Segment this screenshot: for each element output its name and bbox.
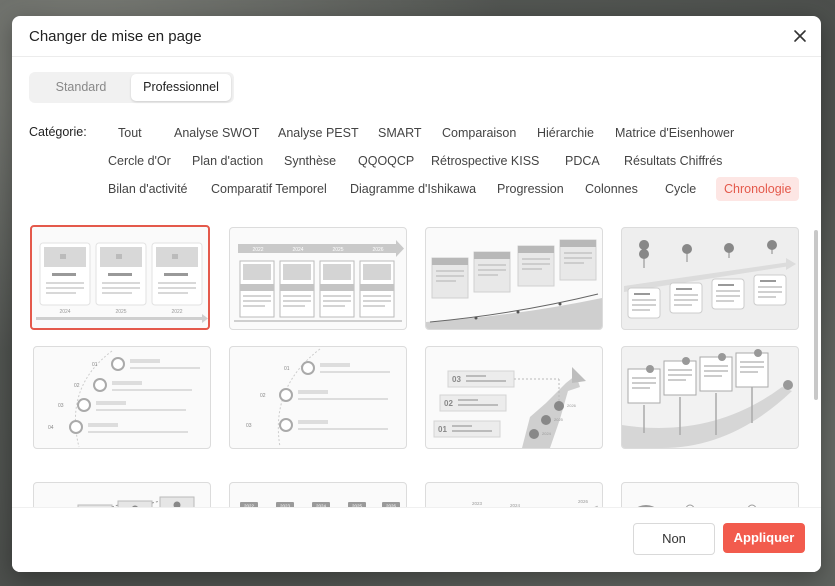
category-chip-plan-action[interactable]: Plan d'action: [184, 149, 271, 173]
change-layout-dialog: Changer de mise en page Standard Profess…: [12, 16, 821, 572]
step-number: 02: [74, 383, 80, 389]
template-card-4[interactable]: [621, 227, 799, 330]
year-label: 2025: [332, 247, 343, 253]
category-chip-bilan[interactable]: Bilan d'activité: [100, 177, 196, 201]
gallery-scrollbar[interactable]: [814, 230, 818, 400]
year-label: 2026: [372, 247, 383, 253]
year-label: 2022: [171, 309, 182, 315]
category-chip-pdca[interactable]: PDCA: [557, 149, 608, 173]
category-chip-resultats[interactable]: Résultats Chiffrés: [616, 149, 730, 173]
category-chip-ishikawa[interactable]: Diagramme d'Ishikawa: [342, 177, 484, 201]
template-card-12[interactable]: 01 02: [621, 482, 799, 508]
category-chip-chronologie[interactable]: Chronologie: [716, 177, 800, 201]
step-number: 01: [438, 425, 447, 434]
dialog-title: Changer de mise en page: [29, 28, 202, 45]
year-label: 2022: [252, 247, 263, 253]
category-chip-synthese[interactable]: Synthèse: [276, 149, 344, 173]
layout-type-switch: Standard Professionnel: [29, 72, 234, 103]
step-number: 03: [246, 423, 252, 429]
template-card-1[interactable]: 2024 2025 2022: [30, 225, 210, 330]
template-card-11[interactable]: 2021 2023 2024 2025 2026: [425, 482, 603, 508]
year-label: 2026: [578, 499, 589, 504]
year-label: 2026: [567, 403, 577, 408]
category-chip-tout[interactable]: Tout: [110, 121, 150, 145]
template-card-8[interactable]: [621, 346, 799, 449]
category-chip-colonnes[interactable]: Colonnes: [577, 177, 646, 201]
category-chip-comparaison[interactable]: Comparaison: [434, 121, 524, 145]
category-chip-cycle[interactable]: Cycle: [657, 177, 704, 201]
close-icon[interactable]: [789, 25, 811, 47]
template-card-5[interactable]: 01 02 03 04: [33, 346, 211, 449]
step-number: 03: [58, 403, 64, 409]
step-number: 01: [92, 362, 98, 368]
apply-button[interactable]: Appliquer: [723, 523, 805, 553]
category-chip-hierarchie[interactable]: Hiérarchie: [529, 121, 602, 145]
year-label: 2024: [292, 247, 303, 253]
step-number: 01: [284, 366, 290, 372]
category-chip-qqoqcp[interactable]: QQOQCP: [350, 149, 422, 173]
year-label: 2025: [115, 309, 126, 315]
dialog-footer: Non Appliquer: [12, 507, 821, 572]
template-card-10[interactable]: 2022 2023 2024 2025 2026: [229, 482, 407, 508]
year-label: 2024: [59, 309, 70, 315]
step-number: 02: [444, 399, 453, 408]
category-chip-swot[interactable]: Analyse SWOT: [166, 121, 267, 145]
category-chip-smart[interactable]: SMART: [370, 121, 430, 145]
category-chip-kiss[interactable]: Rétrospective KISS: [423, 149, 547, 173]
category-label: Catégorie:: [29, 125, 87, 139]
template-card-6[interactable]: 01 02 03: [229, 346, 407, 449]
template-card-2[interactable]: 2022 2024 2025 2026: [229, 227, 407, 330]
tab-professional[interactable]: Professionnel: [131, 74, 231, 101]
step-number: 02: [260, 393, 266, 399]
tab-standard[interactable]: Standard: [31, 74, 131, 101]
category-chip-pest[interactable]: Analyse PEST: [270, 121, 367, 145]
year-label: 2025: [554, 417, 564, 422]
template-card-7[interactable]: 2026 2025 2024 03 02 01: [425, 346, 603, 449]
dialog-header: Changer de mise en page: [12, 16, 821, 57]
year-label: 2023: [472, 501, 483, 506]
year-label: 2024: [542, 431, 552, 436]
step-number: 04: [48, 425, 54, 431]
category-chip-comparatif[interactable]: Comparatif Temporel: [203, 177, 335, 201]
category-chip-eisenhower[interactable]: Matrice d'Eisenhower: [607, 121, 742, 145]
cancel-button[interactable]: Non: [633, 523, 715, 555]
template-gallery: 2024 2025 2022 2022 2024 2025 2026 01 02…: [12, 216, 821, 508]
category-chip-cercle-or[interactable]: Cercle d'Or: [100, 149, 179, 173]
template-card-3[interactable]: [425, 227, 603, 330]
category-chip-progression[interactable]: Progression: [489, 177, 572, 201]
step-number: 03: [452, 375, 461, 384]
template-card-9[interactable]: [33, 482, 211, 508]
